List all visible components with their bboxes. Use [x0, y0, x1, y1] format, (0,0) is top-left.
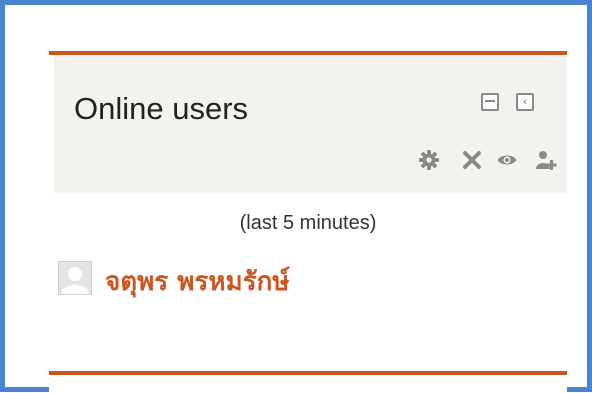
block-header: Online users ‹ [54, 55, 567, 193]
hide-block-icon[interactable] [481, 93, 499, 111]
eye-icon[interactable] [496, 149, 518, 171]
time-range-label: (last 5 minutes) [239, 212, 377, 234]
user-name-link[interactable]: จตุพร พรหมรักษ์ [105, 261, 290, 302]
dock-block-icon[interactable]: ‹ [516, 93, 534, 111]
window-frame: Online users ‹ (last 5 minutes) จตุพร พร… [0, 0, 592, 393]
online-users-block: Online users ‹ (last 5 minutes) จตุพร พร… [49, 51, 567, 393]
block-bottom-divider [49, 371, 567, 375]
block-title: Online users [74, 91, 249, 126]
close-icon[interactable] [461, 149, 483, 171]
gear-icon[interactable] [418, 149, 440, 171]
assign-roles-icon[interactable] [535, 149, 557, 171]
user-avatar[interactable] [58, 261, 92, 295]
